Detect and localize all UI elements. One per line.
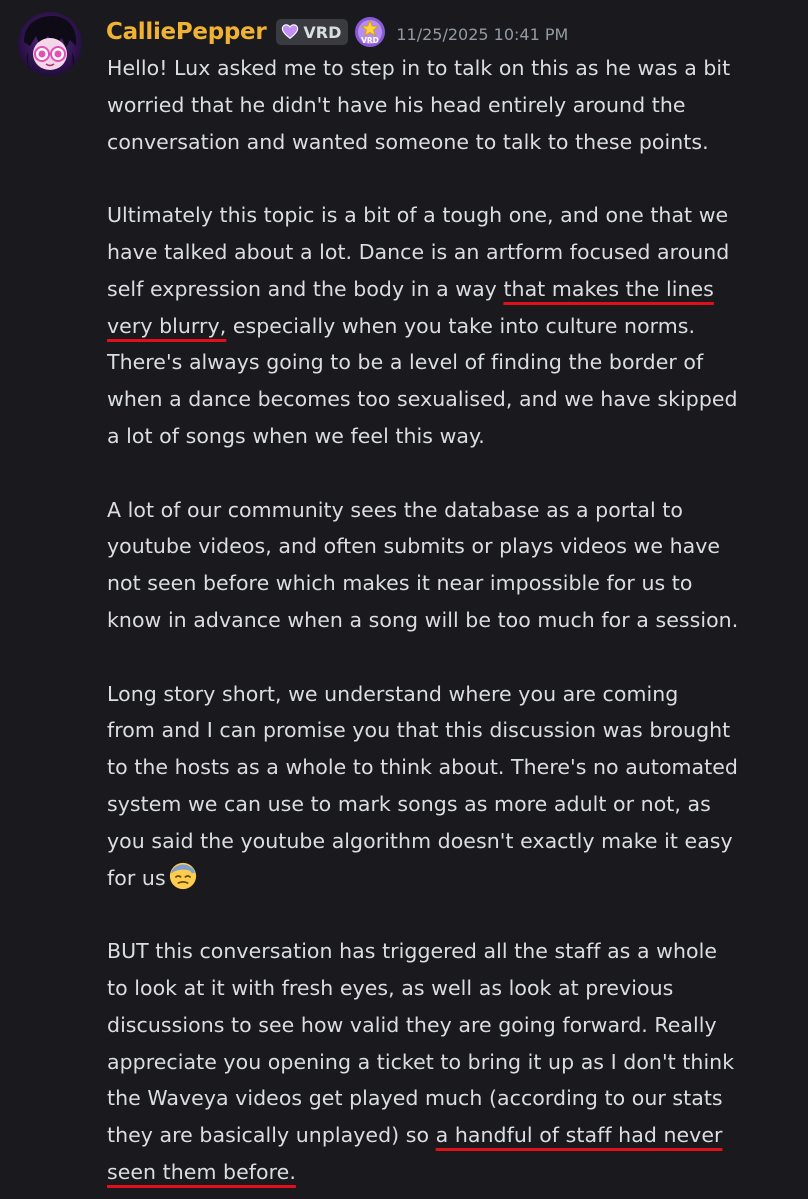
text-segment: especially when you take into culture no… bbox=[226, 313, 696, 338]
text-line: system we can use to mark songs as more … bbox=[107, 791, 711, 816]
text-line: A lot of our community sees the database… bbox=[107, 497, 683, 522]
avatar-image bbox=[18, 12, 82, 76]
text-line: have talked about a lot. Dance is an art… bbox=[107, 239, 730, 264]
text-line: self expression and the body in a way th… bbox=[107, 271, 797, 308]
text-line: for us bbox=[107, 860, 797, 897]
text-line: they are basically unplayed) so a handfu… bbox=[107, 1117, 797, 1154]
text-line: when a dance becomes too sexualised, and… bbox=[107, 387, 738, 412]
text-segment: self expression and the body in a way bbox=[107, 276, 504, 301]
text-line: you said the youtube algorithm doesn't e… bbox=[107, 828, 733, 853]
text-line: youtube videos, and often submits or pla… bbox=[107, 534, 721, 559]
message-header: CalliePepper VRD VRD 11/25/2025 10:41 PM bbox=[106, 14, 568, 50]
author-name[interactable]: CalliePepper bbox=[106, 19, 267, 45]
text-line: to look at it with fresh eyes, as well a… bbox=[107, 975, 674, 1000]
text-line: worried that he didn't have his head ent… bbox=[107, 92, 686, 117]
underlined-text: seen them before. bbox=[107, 1159, 296, 1184]
text-line: from and I can promise you that this dis… bbox=[107, 718, 731, 743]
badge-text: VRD bbox=[361, 36, 379, 45]
text-line: know in advance when a song will be too … bbox=[107, 607, 739, 632]
text-line: BUT this conversation has triggered all … bbox=[107, 939, 718, 964]
chat-message: CalliePepper VRD VRD 11/25/2025 10:41 PM… bbox=[0, 0, 808, 1199]
text-line: discussions to see how valid they are go… bbox=[107, 1012, 717, 1037]
text-segment: for us bbox=[107, 865, 166, 890]
message-content: Hello! Lux asked me to step in to talk o… bbox=[107, 50, 797, 1191]
text-line: Long story short, we understand where yo… bbox=[107, 681, 679, 706]
text-line: There's always going to be a level of fi… bbox=[107, 350, 704, 375]
underlined-text: a handful of staff had never bbox=[435, 1123, 723, 1148]
underlined-text: that makes the lines bbox=[503, 276, 714, 301]
text-line: not seen before which makes it near impo… bbox=[107, 571, 693, 596]
text-line: to the hosts as a whole to think about. … bbox=[107, 755, 738, 780]
text-line: appreciate you opening a ticket to bring… bbox=[107, 1049, 735, 1074]
text-line: conversation and wanted someone to talk … bbox=[107, 129, 709, 154]
text-segment: they are basically unplayed) so bbox=[107, 1123, 436, 1148]
message-timestamp[interactable]: 11/25/2025 10:41 PM bbox=[396, 25, 568, 44]
underlined-text: very blurry, bbox=[107, 313, 227, 338]
text-line: the Waveya videos get played much (accor… bbox=[107, 1086, 723, 1111]
vrd-star-badge-icon[interactable]: VRD bbox=[354, 16, 386, 48]
text-line: a lot of songs when we feel this way. bbox=[107, 423, 485, 448]
text-line: seen them before. bbox=[107, 1154, 797, 1191]
text-line: Ultimately this topic is a bit of a toug… bbox=[107, 203, 729, 228]
downcast-sweat-face-icon[interactable] bbox=[168, 861, 198, 891]
heart-icon bbox=[282, 24, 299, 39]
text-line: Hello! Lux asked me to step in to talk o… bbox=[107, 56, 731, 80]
server-tag-label: VRD bbox=[303, 22, 342, 42]
user-avatar[interactable] bbox=[18, 12, 82, 76]
server-tag[interactable]: VRD bbox=[276, 19, 349, 45]
text-line: very blurry, especially when you take in… bbox=[107, 308, 797, 345]
